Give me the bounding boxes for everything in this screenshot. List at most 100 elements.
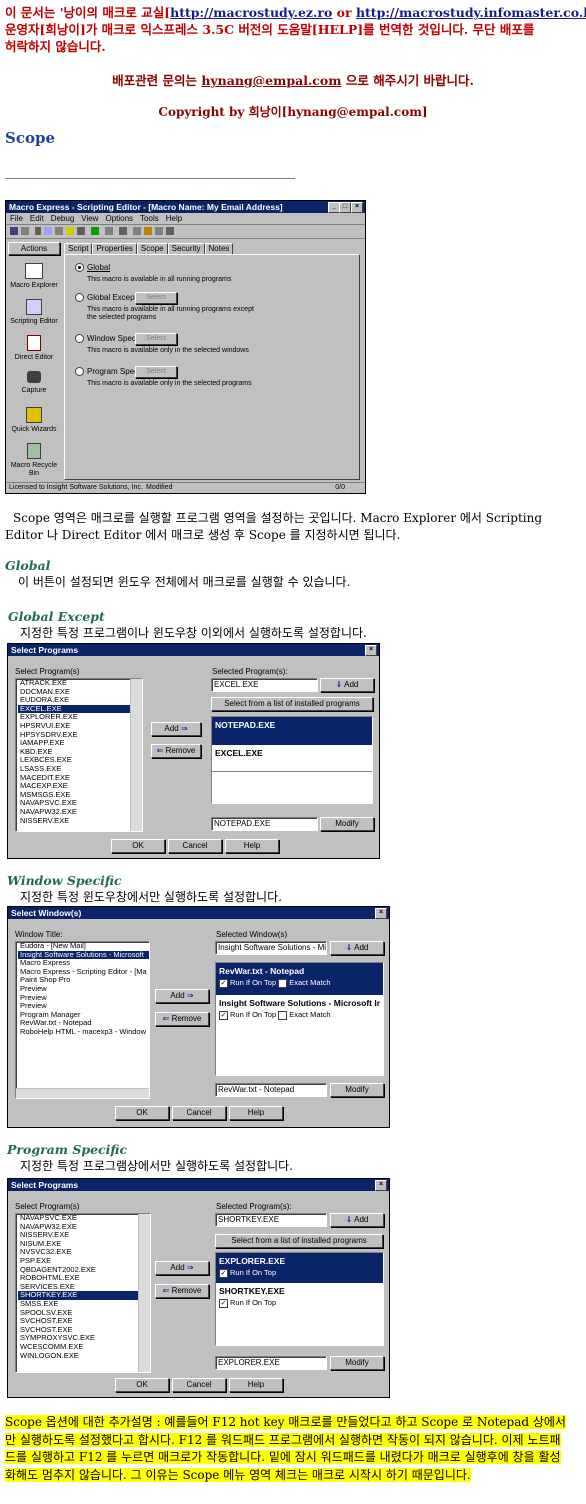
ok-button[interactable]: OK <box>115 1378 169 1392</box>
editor-title: Macro Express - Scripting Editor - [Macr… <box>9 202 283 212</box>
list-item[interactable]: WINLOGON.EXE <box>18 1351 150 1361</box>
cancel-button[interactable]: Cancel <box>168 839 222 853</box>
list-item[interactable]: NISSERV.EXE <box>18 816 142 826</box>
radio-global-except-icon[interactable] <box>75 293 84 303</box>
notice-line-2: 운영자[희낭이]가 매크로 익스프레스 3.5C 버전의 도움말[HELP]를 … <box>5 22 535 37</box>
add-label: Add <box>170 1263 185 1272</box>
windows-hscrollbar[interactable] <box>16 1088 149 1098</box>
menu-edit[interactable]: Edit <box>30 214 44 223</box>
modify-button[interactable]: Modify <box>320 817 374 831</box>
option-global[interactable]: Global This macro is available in all ru… <box>75 263 247 283</box>
remove-button[interactable]: ⇐ Remove <box>155 1012 209 1026</box>
run-on-top-checkbox[interactable]: ✓ <box>219 1298 228 1308</box>
menu-tools[interactable]: Tools <box>140 214 159 223</box>
menu-view[interactable]: View <box>81 214 98 223</box>
close-icon[interactable]: × <box>365 645 377 656</box>
modify-button[interactable]: Modify <box>330 1083 384 1097</box>
programs-list[interactable]: NAVAPSVC.EXE NAVAPW32.EXE NISSERV.EXE NISUM… <box>15 1213 151 1373</box>
list-item[interactable]: RoboHelp HTML - macexp3 - Window <box>18 1027 149 1037</box>
programs-scrollbar[interactable] <box>138 1214 150 1372</box>
side-label: Quick Wizards <box>11 426 57 433</box>
link-macrostudy-ezro[interactable]: http://macrostudy.ez.ro <box>170 5 332 20</box>
selected-window-input[interactable]: RevWar.txt - Notepad <box>215 1083 327 1097</box>
selected-input[interactable]: EXPLORER.EXE <box>215 1356 327 1370</box>
help-button[interactable]: Help <box>229 1378 283 1392</box>
run-on-top-checkbox[interactable]: ✓ <box>219 978 228 988</box>
programs-label: Select Program(s) <box>15 667 80 676</box>
programs-list[interactable]: ATRACK.EXE DDCMAN.EXE EUDORA.EXE EXCEL.EXE E… <box>15 678 143 832</box>
windows-list[interactable]: Eudora - [New Mail] Insight Software Solu… <box>15 941 150 1099</box>
add-arrow-button[interactable]: Add ⇒ <box>155 1261 209 1275</box>
run-on-top-checkbox[interactable]: ✓ <box>219 1010 228 1020</box>
program-input[interactable]: EXCEL.EXE <box>211 678 318 692</box>
menu-help[interactable]: Help <box>166 214 182 223</box>
exact-match-checkbox[interactable] <box>278 978 288 988</box>
menu-options[interactable]: Options <box>105 214 133 223</box>
selected-windows-list[interactable]: RevWar.txt - Notepad ✓ Run If On Top Exac… <box>215 962 384 1076</box>
help-button[interactable]: Help <box>229 1106 283 1120</box>
side-capture[interactable]: Capture <box>8 371 60 407</box>
close-icon[interactable]: × <box>375 908 387 919</box>
link-macrostudy-infomaster[interactable]: http://macrostudy.infomaster.co.kr <box>356 5 586 20</box>
add-button[interactable]: ⇓ Add <box>330 941 384 955</box>
menu-file[interactable]: File <box>10 214 23 223</box>
selected-programs-list[interactable]: NOTEPAD.EXE EXCEL.EXE <box>211 716 373 804</box>
selected-program-entry[interactable]: SHORTKEY.EXE ✓ Run If On Top <box>216 1283 383 1313</box>
installed-programs-button[interactable]: Select from a list of installed programs <box>215 1234 383 1248</box>
programs-scrollbar[interactable] <box>130 679 142 831</box>
remove-button[interactable]: ⇐ Remove <box>155 1284 209 1298</box>
section-global-title: Global <box>5 558 51 573</box>
note-text: Scope 옵션에 대한 추가설명 : 예를들어 F12 hot key 매크로… <box>5 1415 566 1482</box>
selected-item[interactable]: EXCEL.EXE <box>212 745 372 772</box>
select-button[interactable]: Select <box>135 366 177 378</box>
selected-program-entry[interactable]: EXPLORER.EXE ✓ Run If On Top <box>216 1253 383 1283</box>
selected-programs-list[interactable]: EXPLORER.EXE ✓ Run If On Top SHORTKEY.EXE… <box>215 1252 384 1346</box>
contact-suffix: 으로 해주시기 바랍니다. <box>341 73 474 88</box>
arrow-right-icon: ⇒ <box>180 724 188 733</box>
toolbar-icons[interactable] <box>9 225 209 237</box>
select-button[interactable]: Select <box>135 292 177 304</box>
side-recycle-bin[interactable]: Macro Recycle Bin <box>8 443 60 483</box>
installed-programs-button[interactable]: Select from a list of installed programs <box>211 697 373 711</box>
close-icon[interactable]: × <box>351 202 363 213</box>
side-quick-wizards[interactable]: Quick Wizards <box>8 407 60 443</box>
menu-debug[interactable]: Debug <box>51 214 75 223</box>
radio-global-icon[interactable] <box>75 263 84 273</box>
cancel-button[interactable]: Cancel <box>172 1106 226 1120</box>
close-icon[interactable]: × <box>375 1180 387 1191</box>
select-programs-dialog: Select Programs × Select Program(s) ATRA… <box>7 643 380 859</box>
add-arrow-button[interactable]: Add ⇒ <box>151 722 201 736</box>
add-button[interactable]: ⇓ Add <box>320 678 374 692</box>
actions-tab[interactable]: Actions <box>8 242 60 255</box>
exact-match-checkbox[interactable] <box>278 1010 288 1020</box>
window-title-label: Window Title: <box>15 930 63 939</box>
add-button[interactable]: ⇓ Add <box>330 1213 384 1227</box>
run-on-top-checkbox[interactable]: ✓ <box>219 1268 228 1278</box>
selected-window-entry[interactable]: Insight Software Solutions - Microsoft I… <box>216 995 383 1027</box>
side-macro-explorer[interactable]: Macro Explorer <box>8 263 60 299</box>
radio-program-specific-icon[interactable] <box>75 367 84 377</box>
help-button[interactable]: Help <box>225 839 279 853</box>
selected-item[interactable]: NOTEPAD.EXE <box>212 717 372 745</box>
radio-window-specific-icon[interactable] <box>75 334 84 344</box>
ok-button[interactable]: OK <box>111 839 165 853</box>
maximize-icon[interactable]: □ <box>339 202 351 213</box>
dialog-title: Select Programs <box>11 645 79 655</box>
selected-input[interactable]: NOTEPAD.EXE <box>211 817 318 831</box>
select-button[interactable]: Select <box>135 333 177 345</box>
remove-button[interactable]: ⇐ Remove <box>151 744 201 758</box>
window-input[interactable]: Insight Software Solutions - Mic <box>215 941 327 955</box>
side-scripting-editor[interactable]: Scripting Editor <box>8 299 60 335</box>
contact-email-link[interactable]: hynang@empal.com <box>201 73 341 88</box>
status-count: 0/0 <box>335 484 345 491</box>
section-program-specific-title: Program Specific <box>7 1142 128 1157</box>
opt-label: Run If On Top <box>230 1010 277 1019</box>
selected-window-entry[interactable]: RevWar.txt - Notepad ✓ Run If On Top Exac… <box>216 963 383 995</box>
ok-button[interactable]: OK <box>115 1106 169 1120</box>
notice-line-3: 허락하지 않습니다. <box>5 39 106 54</box>
modify-button[interactable]: Modify <box>330 1356 384 1370</box>
program-input[interactable]: SHORTKEY.EXE <box>215 1213 327 1227</box>
side-direct-editor[interactable]: Direct Editor <box>8 335 60 371</box>
cancel-button[interactable]: Cancel <box>172 1378 226 1392</box>
add-arrow-button[interactable]: Add ⇒ <box>155 989 209 1003</box>
